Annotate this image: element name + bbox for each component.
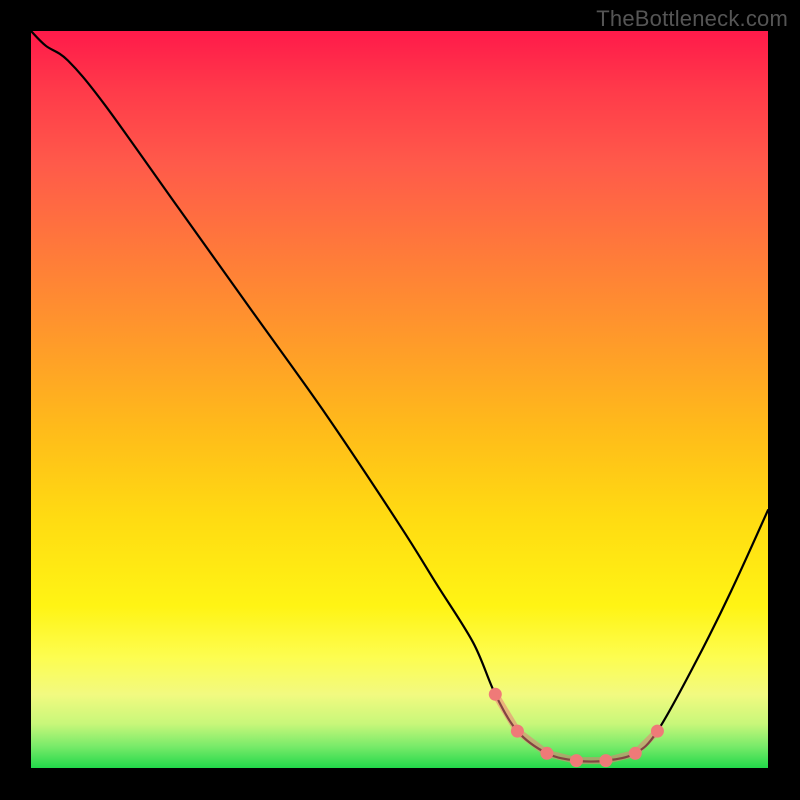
curve-path	[31, 31, 768, 762]
flat-zone-dot	[570, 754, 583, 767]
flat-zone-dot	[489, 688, 502, 701]
bottleneck-curve	[31, 31, 768, 768]
flat-zone-dot	[651, 725, 664, 738]
flat-zone-dot	[511, 725, 524, 738]
plot-area	[31, 31, 768, 768]
flat-zone-dot	[629, 747, 642, 760]
flat-zone-markers	[489, 688, 664, 767]
flat-zone-dot	[599, 754, 612, 767]
watermark-text: TheBottleneck.com	[596, 6, 788, 32]
flat-zone-dot	[540, 747, 553, 760]
